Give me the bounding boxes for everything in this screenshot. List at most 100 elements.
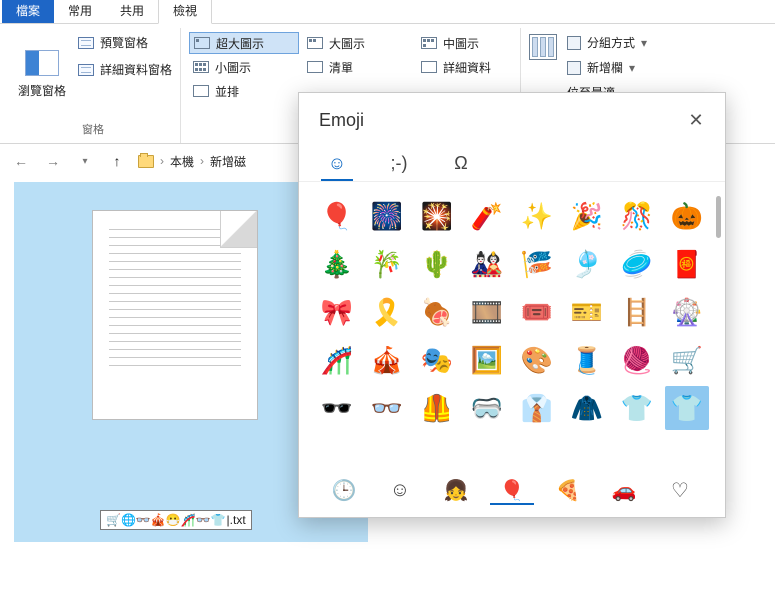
emoji-cell[interactable]: 🖼️ [465, 338, 509, 382]
emoji-cell[interactable]: 🎢 [315, 338, 359, 382]
nav-up-button[interactable]: ↑ [106, 150, 128, 172]
emoji-category[interactable]: 👧 [434, 478, 478, 505]
ribbon-tabs: 檔案 常用 共用 檢視 [0, 0, 775, 24]
file-name-emojis: 🛒🌐👓🎪😷🎢👓👕 [106, 513, 226, 527]
emoji-cell[interactable]: 🎨 [515, 338, 559, 382]
emoji-cell[interactable]: 🎞️ [465, 290, 509, 334]
emoji-cell[interactable]: 🎫 [565, 290, 609, 334]
folder-icon [138, 155, 154, 168]
emoji-cell[interactable]: 🎭 [415, 338, 459, 382]
group-caption-panes: 窗格 [14, 118, 172, 141]
emoji-type-tabs: ☺ ;-) Ω [299, 137, 725, 182]
nav-forward-button[interactable]: → [42, 150, 64, 172]
emoji-cell[interactable]: 🧶 [615, 338, 659, 382]
emoji-cell[interactable]: 🎎 [465, 242, 509, 286]
emoji-cell[interactable]: 🎊 [615, 194, 659, 238]
layout-small-icons[interactable]: 小圖示 [189, 56, 299, 78]
preview-pane-label: 預覽窗格 [100, 34, 148, 51]
tab-kaomoji[interactable]: ;-) [383, 147, 415, 181]
emoji-cell[interactable]: ✨ [515, 194, 559, 238]
emoji-cell[interactable]: 🎐 [565, 242, 609, 286]
group-by-icon [567, 36, 581, 50]
group-by-button[interactable]: 分組方式 ▾ [567, 34, 647, 51]
file-name-ext: |.txt [227, 513, 246, 527]
emoji-cell[interactable]: 🎀 [315, 290, 359, 334]
emoji-cell[interactable]: 🎗️ [365, 290, 409, 334]
add-column-button[interactable]: 新增欄 ▾ [567, 59, 647, 76]
emoji-cell[interactable]: 🛒 [665, 338, 709, 382]
emoji-cell[interactable]: 🎡 [665, 290, 709, 334]
emoji-cell[interactable]: 🪜 [615, 290, 659, 334]
add-column-icon [567, 61, 581, 75]
details-pane-button[interactable]: 詳細資料窗格 [78, 61, 172, 78]
emoji-cell[interactable]: 🥏 [615, 242, 659, 286]
emoji-category[interactable]: 🍕 [546, 478, 590, 505]
chevron-right-icon: › [200, 154, 204, 168]
emoji-cell[interactable]: 🎋 [365, 242, 409, 286]
emoji-cell[interactable]: 🥽 [465, 386, 509, 430]
tab-file[interactable]: 檔案 [2, 0, 54, 23]
grid-icon [194, 37, 210, 49]
column-headers-icon [529, 34, 557, 60]
layout-extra-large-icons[interactable]: 超大圖示 [189, 32, 299, 54]
navigation-pane-button[interactable]: 瀏覽窗格 [14, 30, 70, 118]
layout-details[interactable]: 詳細資料 [417, 56, 527, 78]
close-button[interactable]: ✕ [683, 107, 709, 133]
tab-emoji[interactable]: ☺ [321, 147, 353, 181]
layout-medium-icons[interactable]: 中圖示 [417, 32, 527, 54]
emoji-cell[interactable]: 🎪 [365, 338, 409, 382]
layout-tiles[interactable]: 並排 [189, 80, 299, 102]
emoji-category[interactable]: ♡ [658, 478, 702, 505]
emoji-cell[interactable]: 🦺 [415, 386, 459, 430]
emoji-grid: 🎈🎆🎇🧨✨🎉🎊🎃 🎄🎋🌵🎎🎏🎐🥏🧧 🎀🎗️🍖🎞️🎟️🎫🪜🎡 🎢🎪🎭🖼️🎨🧵🧶🛒 🕶️👓🦺… [311, 194, 713, 430]
chevron-down-icon: ▾ [629, 61, 635, 75]
details-icon [421, 61, 437, 73]
emoji-cell[interactable]: 🎈 [315, 194, 359, 238]
emoji-cell[interactable]: 🧵 [565, 338, 609, 382]
emoji-cell[interactable]: 🧧 [665, 242, 709, 286]
nav-recent-dropdown[interactable]: ▾ [74, 150, 96, 172]
details-pane-icon [78, 64, 94, 76]
emoji-cell[interactable]: 🎉 [565, 194, 609, 238]
tab-view[interactable]: 檢視 [158, 0, 212, 24]
layout-large-icons[interactable]: 大圖示 [303, 32, 413, 54]
tab-share[interactable]: 共用 [106, 0, 158, 23]
preview-pane-icon [78, 37, 94, 49]
breadcrumb-root[interactable]: 本機 [170, 153, 194, 170]
tab-symbols[interactable]: Ω [445, 147, 477, 181]
emoji-cell[interactable]: 🎇 [415, 194, 459, 238]
scrollbar-thumb[interactable] [716, 196, 721, 238]
emoji-cell[interactable]: 👕 [615, 386, 659, 430]
emoji-cell[interactable]: 🌵 [415, 242, 459, 286]
preview-pane-button[interactable]: 預覽窗格 [78, 34, 172, 51]
emoji-category[interactable]: 🚗 [602, 478, 646, 505]
emoji-panel-title: Emoji [319, 110, 364, 131]
emoji-cell[interactable]: 👔 [515, 386, 559, 430]
file-rename-input[interactable]: 🛒🌐👓🎪😷🎢👓👕 |.txt [100, 510, 252, 530]
grid-icon [307, 37, 323, 49]
chevron-down-icon: ▾ [641, 36, 647, 50]
breadcrumb-folder[interactable]: 新增磁 [210, 153, 246, 170]
emoji-cell[interactable]: 🎃 [665, 194, 709, 238]
emoji-cell[interactable]: 🕶️ [315, 386, 359, 430]
emoji-category[interactable]: ☺ [378, 478, 422, 505]
text-document-icon [109, 229, 241, 366]
emoji-category[interactable]: 🎈 [490, 478, 534, 505]
chevron-right-icon: › [160, 154, 164, 168]
breadcrumb[interactable]: › 本機 › 新增磁 [138, 153, 246, 170]
tiles-icon [193, 85, 209, 97]
emoji-cell[interactable]: 🧨 [465, 194, 509, 238]
file-thumbnail[interactable] [92, 210, 258, 420]
layout-list[interactable]: 清單 [303, 56, 413, 78]
nav-back-button[interactable]: ← [10, 150, 32, 172]
emoji-cell[interactable]: 👓 [365, 386, 409, 430]
emoji-cell[interactable]: 🎏 [515, 242, 559, 286]
tab-home[interactable]: 常用 [54, 0, 106, 23]
emoji-cell[interactable]: 🎄 [315, 242, 359, 286]
emoji-cell[interactable]: 🍖 [415, 290, 459, 334]
emoji-cell[interactable]: 🎟️ [515, 290, 559, 334]
emoji-cell[interactable]: 🧥 [565, 386, 609, 430]
emoji-cell[interactable]: 👕 [665, 386, 709, 430]
emoji-cell[interactable]: 🎆 [365, 194, 409, 238]
emoji-category[interactable]: 🕒 [322, 478, 366, 505]
